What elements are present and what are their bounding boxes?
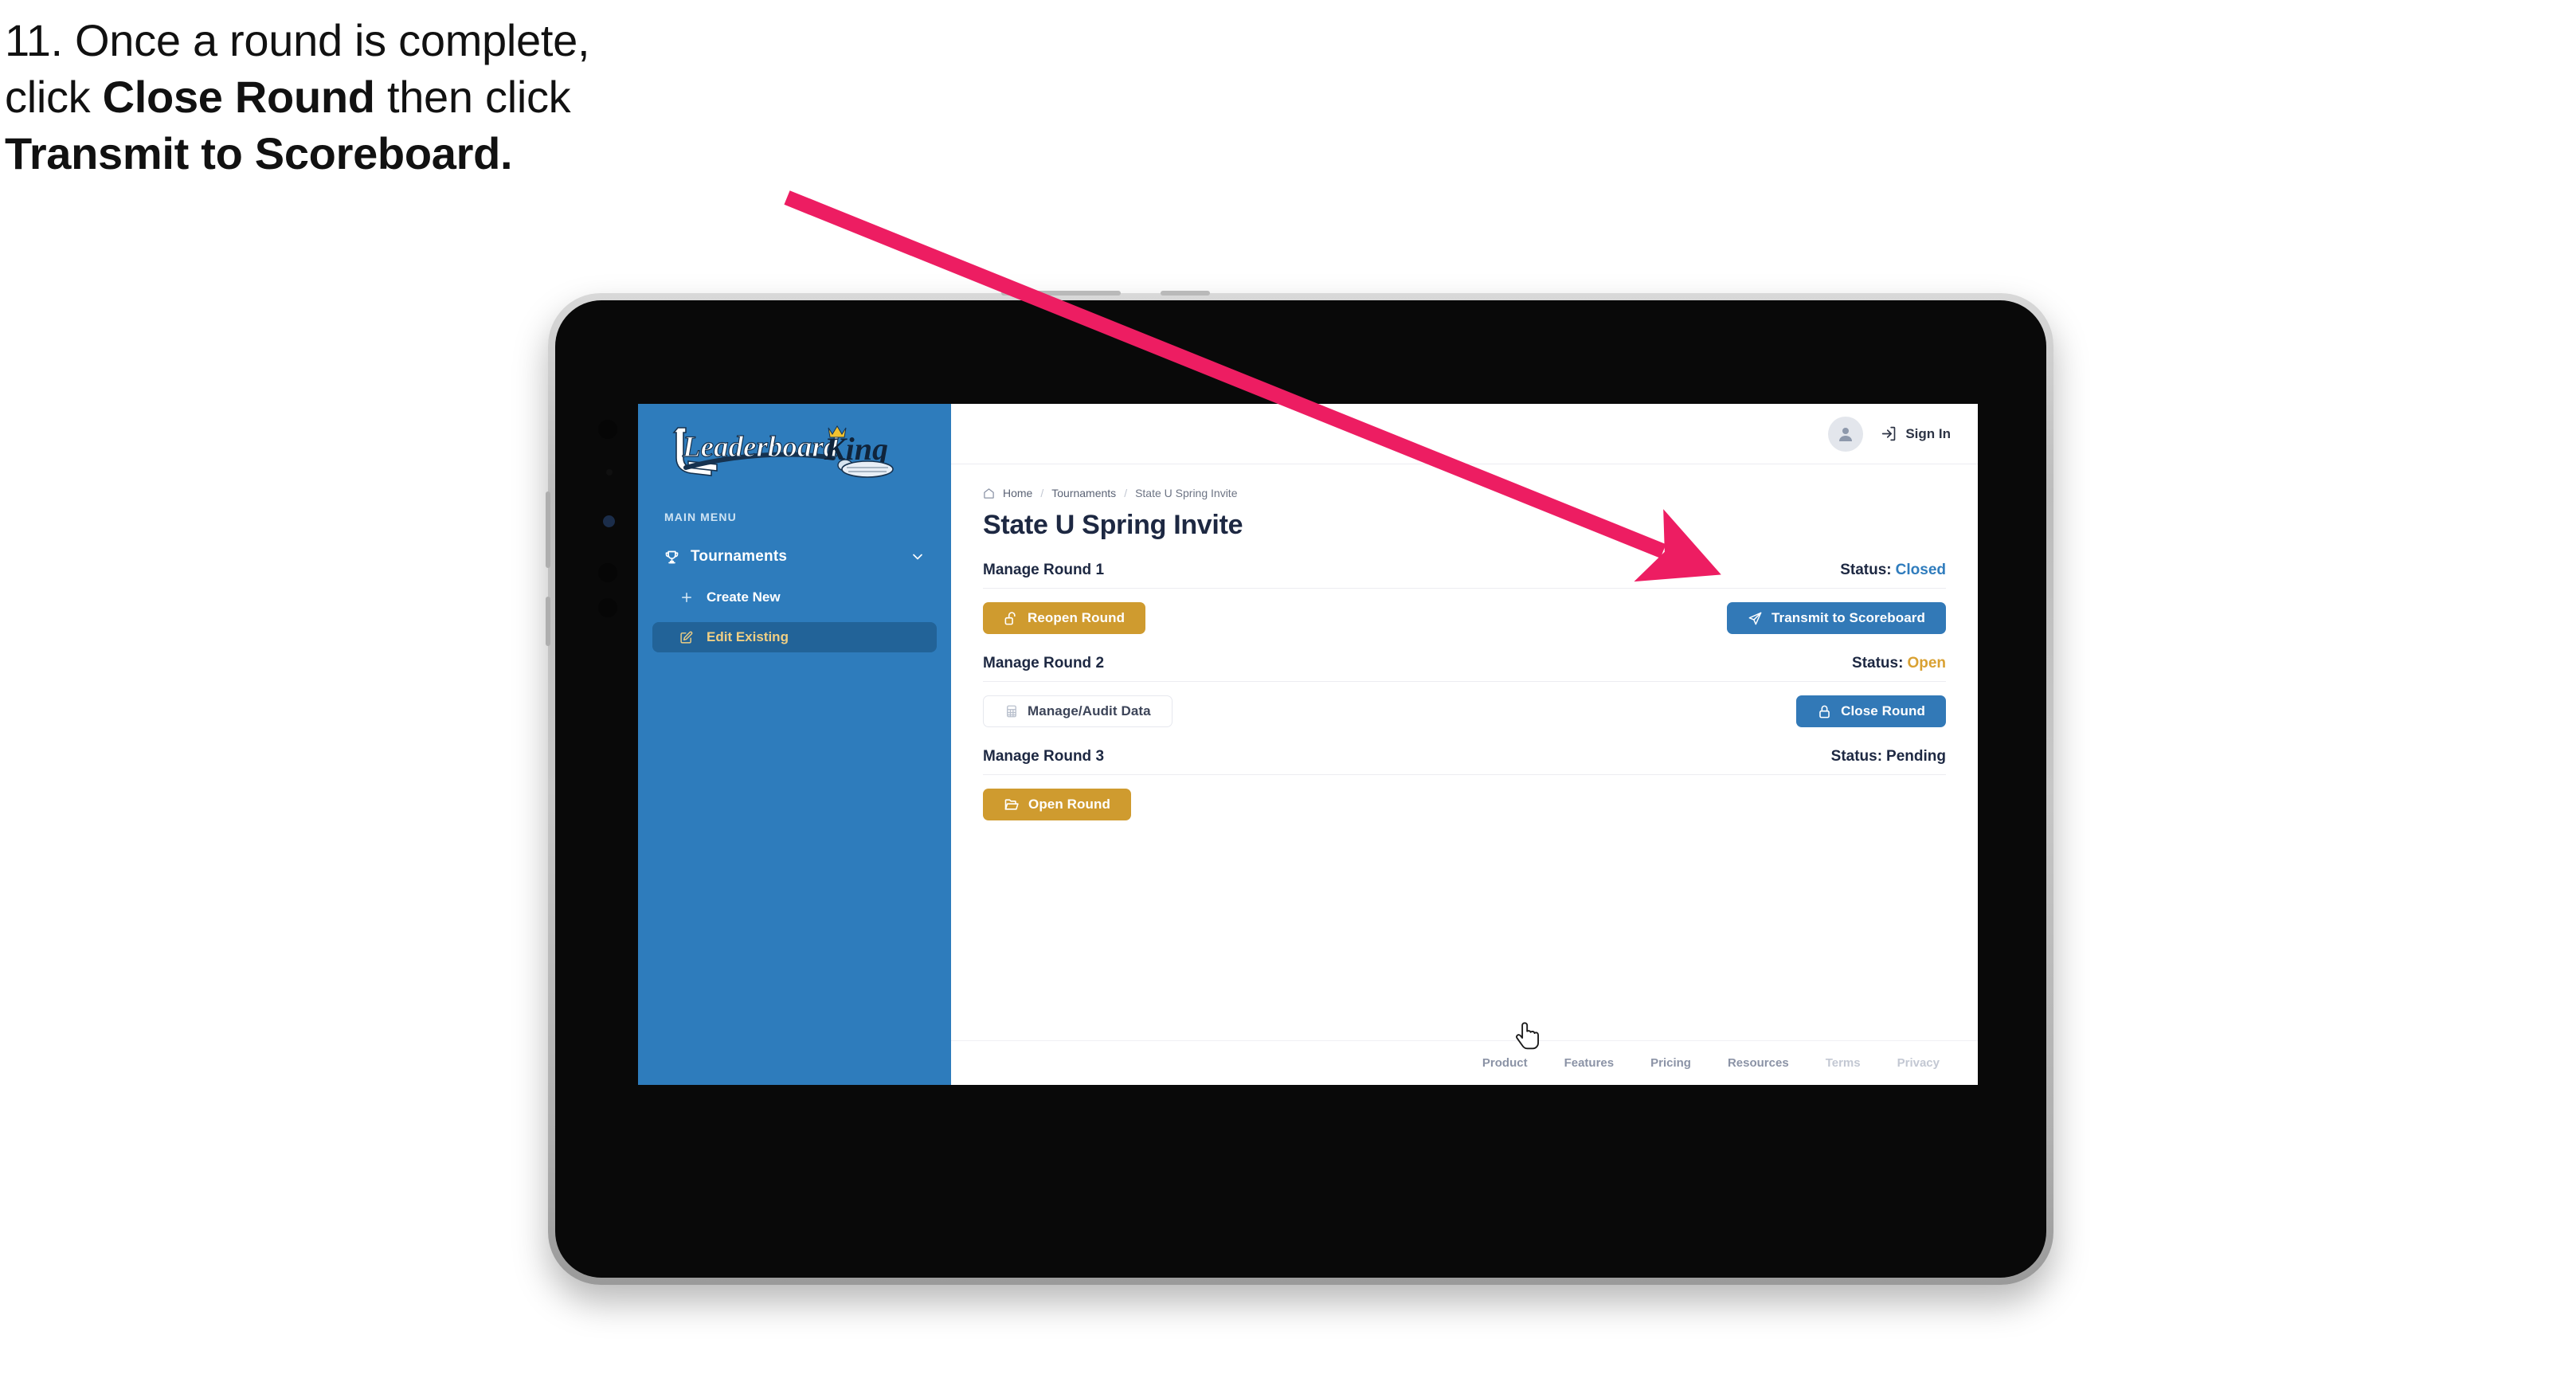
- round-block-3: Manage Round 3 Status: Pending Open Roun…: [983, 748, 1946, 820]
- chevron-down-icon[interactable]: [910, 549, 926, 565]
- open-round-label: Open Round: [1028, 797, 1110, 812]
- transmit-to-scoreboard-button[interactable]: Transmit to Scoreboard: [1726, 602, 1946, 634]
- page-title: State U Spring Invite: [983, 510, 1243, 540]
- round-block-2: Manage Round 2 Status: Open Manage/Audit…: [983, 655, 1946, 727]
- pencil-square-icon: [679, 631, 699, 644]
- svg-text:Leaderboard: Leaderboard: [682, 431, 839, 464]
- open-round-button[interactable]: Open Round: [983, 789, 1131, 820]
- app-logo[interactable]: Leaderboard King: [638, 404, 951, 480]
- lock-icon: [1817, 704, 1832, 719]
- sidebar-item-create-new[interactable]: Create New: [652, 582, 937, 613]
- caption-line-3: Transmit to Scoreboard.: [5, 131, 849, 176]
- tablet-sensor-dot-4: [598, 598, 617, 617]
- round-2-name: Manage Round 2: [983, 655, 1105, 671]
- tablet-top-button-secondary[interactable]: [1161, 291, 1210, 296]
- caption-line-1: 11. Once a round is complete,: [5, 15, 590, 65]
- round-3-status-value: Pending: [1886, 748, 1946, 765]
- round-3-status: Status: Pending: [1831, 748, 1946, 765]
- table-grid-icon: [1004, 704, 1019, 718]
- sidebar-item-edit-existing[interactable]: Edit Existing: [652, 622, 937, 652]
- round-2-header: Manage Round 2 Status: Open: [983, 655, 1946, 672]
- sign-in-label: Sign In: [1905, 425, 1951, 441]
- sidebar-item-create-new-label: Create New: [707, 589, 781, 605]
- tablet-top-button[interactable]: [1001, 291, 1121, 296]
- round-1-status-label: Status:: [1840, 562, 1892, 578]
- caption-emphasis-transmit: Transmit to Scoreboard.: [5, 128, 513, 179]
- round-3-header: Manage Round 3 Status: Pending: [983, 748, 1946, 765]
- manage-audit-data-label: Manage/Audit Data: [1028, 703, 1151, 718]
- close-round-button[interactable]: Close Round: [1796, 695, 1946, 727]
- reopen-round-label: Reopen Round: [1028, 610, 1126, 625]
- round-2-divider: [983, 681, 1946, 682]
- reopen-round-button[interactable]: Reopen Round: [983, 602, 1146, 634]
- page-content: Home / Tournaments / State U Spring Invi…: [951, 464, 1978, 1040]
- round-1-header: Manage Round 1 Status: Closed: [983, 562, 1946, 579]
- avatar[interactable]: [1828, 416, 1864, 452]
- main-area: Sign In Home / Tournaments / State U Spr…: [951, 404, 1978, 1085]
- open-folder-icon: [1004, 797, 1020, 812]
- caption-line-2: click Close Round then click: [5, 74, 849, 119]
- caption-emphasis-close-round: Close Round: [102, 72, 375, 123]
- breadcrumb-item-tournaments[interactable]: Tournaments: [1051, 487, 1116, 499]
- round-1-actions: Reopen Round Transmit to Scoreboard: [983, 602, 1946, 634]
- breadcrumb-separator: /: [1040, 487, 1044, 499]
- footer-link-product[interactable]: Product: [1482, 1056, 1528, 1070]
- round-2-status-value: Open: [1907, 655, 1946, 671]
- sign-in-button[interactable]: Sign In: [1881, 425, 1951, 442]
- send-plane-icon: [1748, 611, 1763, 626]
- tablet-camera-lens: [603, 515, 615, 527]
- breadcrumb: Home / Tournaments / State U Spring Invi…: [983, 487, 1946, 499]
- breadcrumb-item-current: State U Spring Invite: [1135, 487, 1238, 499]
- login-arrow-icon: [1882, 426, 1896, 441]
- instruction-caption: 11. Once a round is complete, click Clos…: [5, 18, 849, 187]
- footer-link-resources[interactable]: Resources: [1728, 1056, 1789, 1070]
- sidebar-item-tournaments[interactable]: Tournaments: [652, 541, 937, 573]
- round-2-actions: Manage/Audit Data Close Round: [983, 695, 1946, 727]
- trophy-icon: [664, 548, 684, 566]
- tablet-volume-down-button[interactable]: [546, 597, 550, 646]
- app-screen: Leaderboard King MAIN MENU Tournaments C…: [638, 404, 1978, 1085]
- footer-link-pricing[interactable]: Pricing: [1650, 1056, 1691, 1070]
- round-1-name: Manage Round 1: [983, 562, 1105, 578]
- tablet-device-frame: Leaderboard King MAIN MENU Tournaments C…: [546, 291, 2053, 1285]
- caption-line-2-post: then click: [374, 72, 571, 123]
- transmit-to-scoreboard-label: Transmit to Scoreboard: [1771, 610, 1925, 625]
- tablet-sensor-dot-3: [598, 563, 617, 582]
- round-3-divider: [983, 774, 1946, 775]
- round-2-status: Status: Open: [1852, 655, 1946, 672]
- footer-link-privacy[interactable]: Privacy: [1897, 1056, 1940, 1070]
- caption-line-2-pre: click: [5, 72, 103, 123]
- tablet-volume-up-button[interactable]: [546, 491, 550, 568]
- round-block-1: Manage Round 1 Status: Closed Reopen Rou…: [983, 562, 1946, 634]
- manage-audit-data-button[interactable]: Manage/Audit Data: [983, 695, 1173, 727]
- home-icon: [984, 487, 994, 499]
- close-round-label: Close Round: [1841, 703, 1925, 718]
- leaderboard-king-logo-icon: Leaderboard King: [672, 425, 894, 478]
- footer-link-terms[interactable]: Terms: [1826, 1056, 1861, 1070]
- sidebar-item-edit-existing-label: Edit Existing: [707, 629, 789, 644]
- sidebar: Leaderboard King MAIN MENU Tournaments C…: [638, 404, 951, 1085]
- user-avatar-icon: [1839, 427, 1853, 441]
- sidebar-section-label: MAIN MENU: [664, 511, 737, 523]
- sidebar-item-tournaments-label: Tournaments: [691, 548, 788, 565]
- round-3-actions: Open Round: [983, 789, 1946, 820]
- footer-link-features[interactable]: Features: [1564, 1056, 1615, 1070]
- round-1-status-value: Closed: [1895, 562, 1946, 578]
- tablet-bezel: Leaderboard King MAIN MENU Tournaments C…: [546, 291, 2046, 1278]
- round-3-status-label: Status:: [1830, 748, 1883, 765]
- footer: Product Features Pricing Resources Terms…: [951, 1040, 1978, 1085]
- tablet-sensor-dot-2: [606, 469, 613, 476]
- breadcrumb-separator: /: [1124, 487, 1128, 499]
- unlock-icon: [1004, 611, 1019, 626]
- breadcrumb-item-home[interactable]: Home: [1003, 487, 1032, 499]
- plus-icon: [679, 590, 699, 605]
- top-bar: Sign In: [951, 404, 1978, 464]
- round-3-name: Manage Round 3: [983, 748, 1105, 765]
- round-1-divider: [983, 588, 1946, 589]
- round-1-status: Status: Closed: [1840, 562, 1946, 579]
- round-2-status-label: Status:: [1852, 655, 1904, 671]
- tablet-sensor-dot-1: [598, 420, 617, 439]
